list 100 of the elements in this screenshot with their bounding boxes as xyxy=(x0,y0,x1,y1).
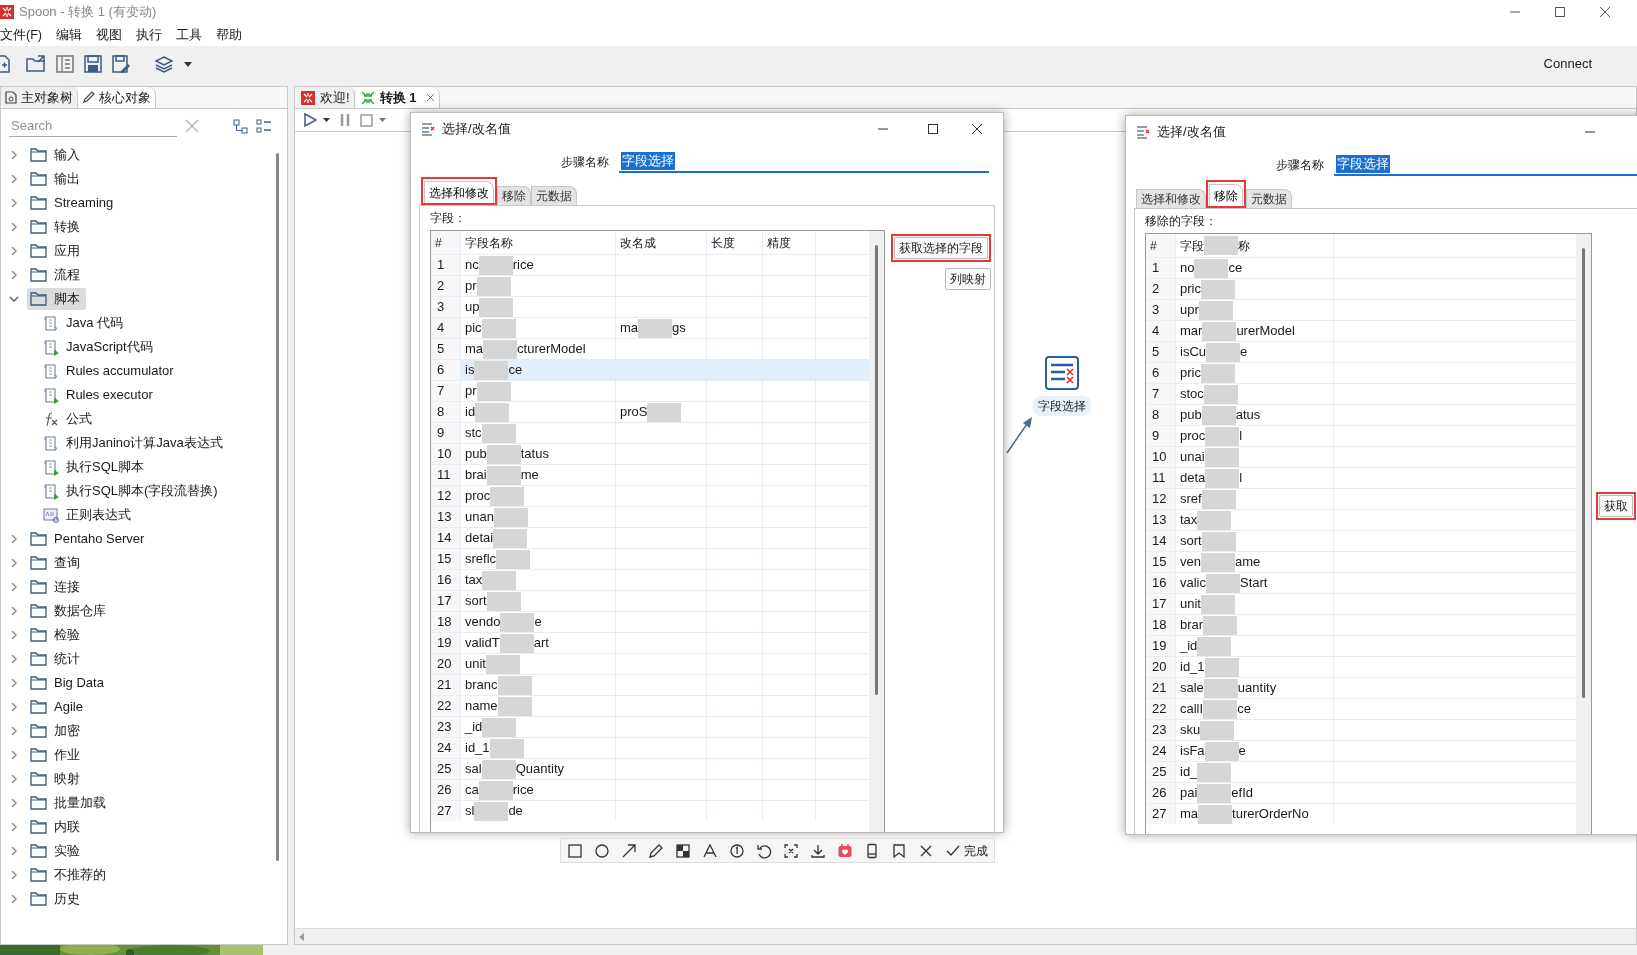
save-icon[interactable] xyxy=(84,55,102,73)
maximize-icon[interactable] xyxy=(927,123,939,135)
clear-icon[interactable] xyxy=(185,119,199,133)
expand-icon[interactable] xyxy=(9,870,19,880)
pencil-tool-icon[interactable] xyxy=(648,842,664,859)
expand-icon[interactable] xyxy=(9,198,19,208)
layers-icon[interactable] xyxy=(154,55,174,73)
table-row[interactable]: 17 sort xyxy=(431,590,869,611)
open-folder-icon[interactable] xyxy=(26,55,46,73)
column-header[interactable]: 字段 xyxy=(1180,236,1204,255)
table-row[interactable]: 24 isFa e xyxy=(1146,740,1576,761)
table-row[interactable]: 26 pai efId xyxy=(1146,782,1576,803)
tree-item[interactable]: 不推荐的 xyxy=(27,864,112,886)
pause-icon[interactable] xyxy=(340,113,350,127)
table-row[interactable]: 19 _id xyxy=(1146,635,1576,656)
table-row[interactable]: 12 sref xyxy=(1146,488,1576,509)
done-button[interactable]: 完成 xyxy=(945,841,988,860)
table-row[interactable]: 21 branc xyxy=(431,674,869,695)
table-row[interactable]: 18 vendo e xyxy=(431,611,869,632)
table-row[interactable]: 5 ma cturerModel xyxy=(431,338,869,359)
table-row[interactable]: 15 ven ame xyxy=(1146,551,1576,572)
table-row[interactable]: 16 valic Start xyxy=(1146,572,1576,593)
column-header[interactable]: # xyxy=(1150,236,1157,255)
maximize-icon[interactable] xyxy=(1554,6,1566,18)
table-row[interactable]: 21 sale uantity xyxy=(1146,677,1576,698)
save-as-icon[interactable] xyxy=(112,55,130,73)
expand-icon[interactable] xyxy=(9,606,19,616)
tree-item[interactable]: 实验 xyxy=(27,840,86,862)
step-name-field[interactable]: 字段选择 xyxy=(619,151,989,173)
table-row[interactable]: 15 sreflc xyxy=(431,548,869,569)
expand-icon[interactable] xyxy=(9,726,19,736)
table-row[interactable]: 24 id_1 xyxy=(431,737,869,758)
editor-tab[interactable]: 转换 1 xyxy=(356,87,441,108)
panel-tab[interactable]: 主对象树 xyxy=(1,87,78,108)
expand-icon[interactable] xyxy=(9,774,19,784)
menu-item[interactable]: 执行 xyxy=(135,25,162,45)
expand-icon[interactable] xyxy=(9,822,19,832)
step-node-icon[interactable] xyxy=(1045,356,1079,390)
action-button[interactable]: 列映射 xyxy=(945,268,991,290)
table-row[interactable]: 25 sal Quantity xyxy=(431,758,869,779)
table-row[interactable]: 2 pric xyxy=(1146,278,1576,299)
tree-item[interactable]: 应用 xyxy=(27,240,86,262)
text-tool-icon[interactable] xyxy=(702,842,718,859)
tree-item[interactable]: Streaming xyxy=(27,192,120,214)
menu-item[interactable]: 视图 xyxy=(95,25,122,45)
tree-item[interactable]: 公式 xyxy=(1,407,287,431)
expand-icon[interactable] xyxy=(9,582,19,592)
menu-item[interactable]: 帮助 xyxy=(215,25,242,45)
table-row[interactable]: 14 sort xyxy=(1146,530,1576,551)
tree-item[interactable]: JavaScript代码 xyxy=(1,335,287,359)
stop-icon[interactable] xyxy=(360,113,373,127)
mosaic-tool-icon[interactable] xyxy=(675,842,691,859)
undo-icon[interactable] xyxy=(756,842,772,859)
table-row[interactable]: 27 sl de xyxy=(431,800,869,821)
table-row[interactable]: 7 stoc xyxy=(1146,383,1576,404)
tree-item[interactable]: 输出 xyxy=(27,168,86,190)
tree-item[interactable]: 正则表达式 xyxy=(1,503,287,527)
table-row[interactable]: 5 isCu e xyxy=(1146,341,1576,362)
table-row[interactable]: 1 no ce xyxy=(1146,257,1576,278)
close-icon[interactable] xyxy=(1599,6,1611,18)
table-row[interactable]: 13 unan xyxy=(431,506,869,527)
phone-icon[interactable] xyxy=(864,842,880,859)
table-row[interactable]: 8 id proS xyxy=(431,401,869,422)
tree-item[interactable]: 加密 xyxy=(27,720,86,742)
dialog-tab[interactable]: 元数据 xyxy=(1246,189,1292,208)
table-row[interactable]: 1 nc rice xyxy=(431,254,869,275)
table-row[interactable]: 3 up xyxy=(431,296,869,317)
tree-item[interactable]: 执行SQL脚本(字段流替换) xyxy=(1,479,287,503)
table-row[interactable]: 23 _id xyxy=(431,716,869,737)
table-row[interactable]: 22 name xyxy=(431,695,869,716)
tree-item[interactable]: 查询 xyxy=(27,552,86,574)
table-row[interactable]: 7 pr xyxy=(431,380,869,401)
tree-item[interactable]: 转换 xyxy=(27,216,86,238)
table-row[interactable]: 23 sku xyxy=(1146,719,1576,740)
scrollbar-thumb[interactable] xyxy=(276,153,279,861)
tree-item[interactable]: Rules accumulator xyxy=(1,359,287,383)
table-row[interactable]: 18 brar xyxy=(1146,614,1576,635)
expand-icon[interactable] xyxy=(9,894,19,904)
table-row[interactable]: 6 pric xyxy=(1146,362,1576,383)
table-row[interactable]: 10 unai xyxy=(1146,446,1576,467)
table-row[interactable]: 27 ma turerOrderNo xyxy=(1146,803,1576,824)
table-row[interactable]: 9 stc xyxy=(431,422,869,443)
scrollbar-thumb[interactable] xyxy=(1582,248,1585,698)
crop-icon[interactable] xyxy=(783,842,799,859)
dialog-tab[interactable]: 选择和修改 xyxy=(1136,189,1206,208)
table-row[interactable]: 20 unit xyxy=(431,653,869,674)
expand-icon[interactable] xyxy=(9,678,19,688)
expand-icon[interactable] xyxy=(9,534,19,544)
tree-item[interactable]: 输入 xyxy=(27,144,86,166)
collapse-icon[interactable] xyxy=(9,294,19,304)
expand-icon[interactable] xyxy=(9,150,19,160)
dialog-tab[interactable]: 选择和修改 xyxy=(424,181,494,203)
column-header[interactable]: 称 xyxy=(1238,236,1250,255)
tree-item[interactable]: 统计 xyxy=(27,648,86,670)
tree-item[interactable]: Pentaho Server xyxy=(27,528,151,550)
caret-icon[interactable] xyxy=(323,118,330,122)
explorer-icon[interactable] xyxy=(56,55,74,73)
table-row[interactable]: 12 proc xyxy=(431,485,869,506)
bookmark-icon[interactable] xyxy=(891,842,907,859)
table-row[interactable]: 2 pr xyxy=(431,275,869,296)
